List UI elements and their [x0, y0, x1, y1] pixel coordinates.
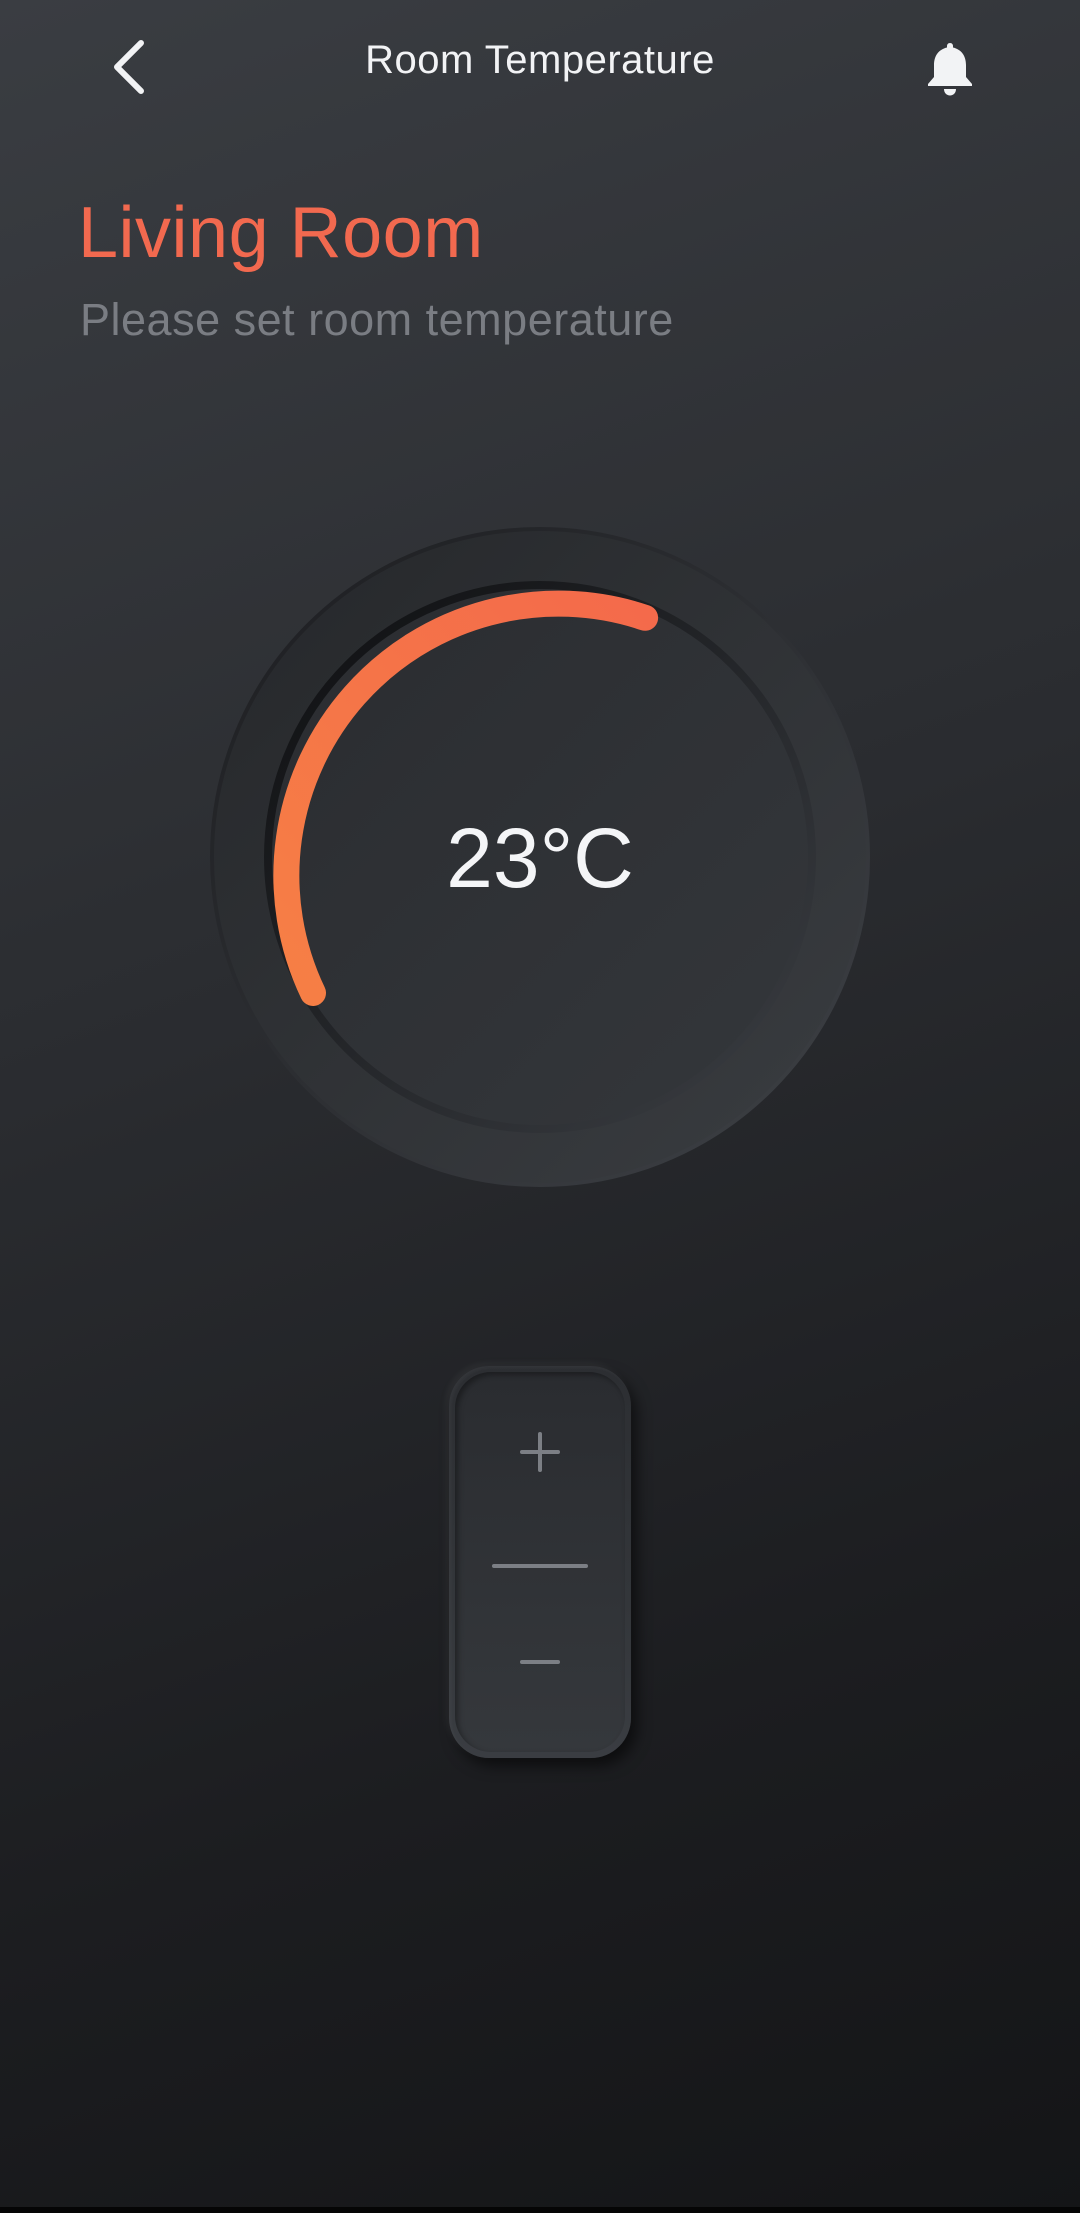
- temperature-stepper: [449, 1366, 631, 1758]
- bell-icon: [928, 43, 972, 96]
- temperature-value: 23°C: [446, 811, 634, 905]
- room-subtitle: Please set room temperature: [80, 294, 674, 345]
- plus-icon: [520, 1432, 560, 1472]
- increase-temperature-button[interactable]: [455, 1392, 625, 1512]
- stepper-body: [455, 1372, 625, 1752]
- decrease-temperature-button[interactable]: [455, 1602, 625, 1722]
- temperature-dial[interactable]: 23°C: [208, 525, 872, 1189]
- room-name: Living Room: [78, 193, 484, 273]
- notifications-button[interactable]: [912, 30, 988, 106]
- bottom-edge: [0, 2207, 1080, 2213]
- minus-icon: [520, 1660, 560, 1664]
- top-app-bar: Room Temperature: [0, 0, 1080, 130]
- stepper-divider: [492, 1564, 588, 1568]
